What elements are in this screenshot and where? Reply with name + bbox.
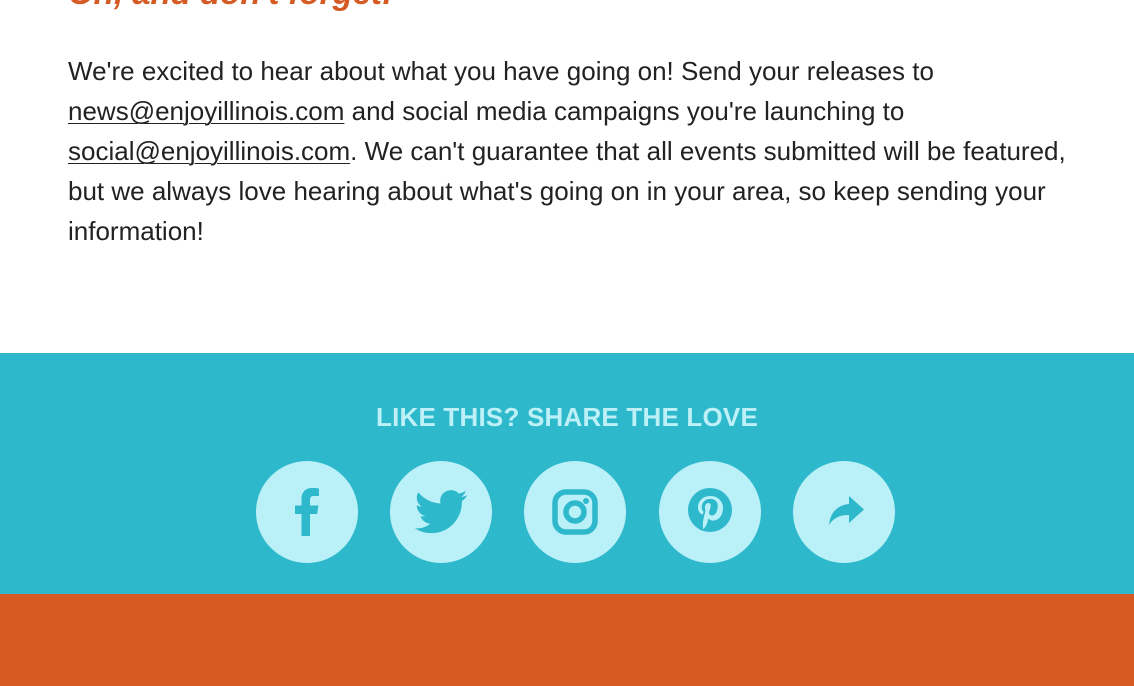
instagram-icon bbox=[552, 489, 598, 535]
footer-band bbox=[0, 594, 1134, 686]
share-forward-button[interactable] bbox=[793, 461, 895, 563]
pinterest-share-button[interactable] bbox=[659, 461, 761, 563]
instagram-share-button[interactable] bbox=[524, 461, 626, 563]
body-paragraph: We're excited to hear about what you hav… bbox=[68, 51, 1078, 251]
pinterest-icon bbox=[688, 488, 732, 532]
email-page: Oh, and don't forget! We're excited to h… bbox=[0, 0, 1134, 686]
paragraph-text-1: We're excited to hear about what you hav… bbox=[68, 56, 934, 86]
share-arrow-icon bbox=[829, 496, 864, 525]
paragraph-text-2: and social media campaigns you're launch… bbox=[344, 96, 905, 126]
section-heading: Oh, and don't forget! bbox=[68, 0, 393, 9]
content-section: Oh, and don't forget! We're excited to h… bbox=[0, 0, 1134, 353]
news-email-link[interactable]: news@enjoyillinois.com bbox=[68, 96, 344, 126]
facebook-share-button[interactable] bbox=[256, 461, 358, 563]
twitter-share-button[interactable] bbox=[390, 461, 492, 563]
share-title: LIKE THIS? SHARE THE LOVE bbox=[375, 402, 759, 432]
twitter-icon bbox=[414, 490, 468, 534]
social-share-row bbox=[0, 461, 1134, 565]
social-email-link[interactable]: social@enjoyillinois.com bbox=[68, 136, 350, 166]
facebook-icon bbox=[295, 488, 319, 536]
